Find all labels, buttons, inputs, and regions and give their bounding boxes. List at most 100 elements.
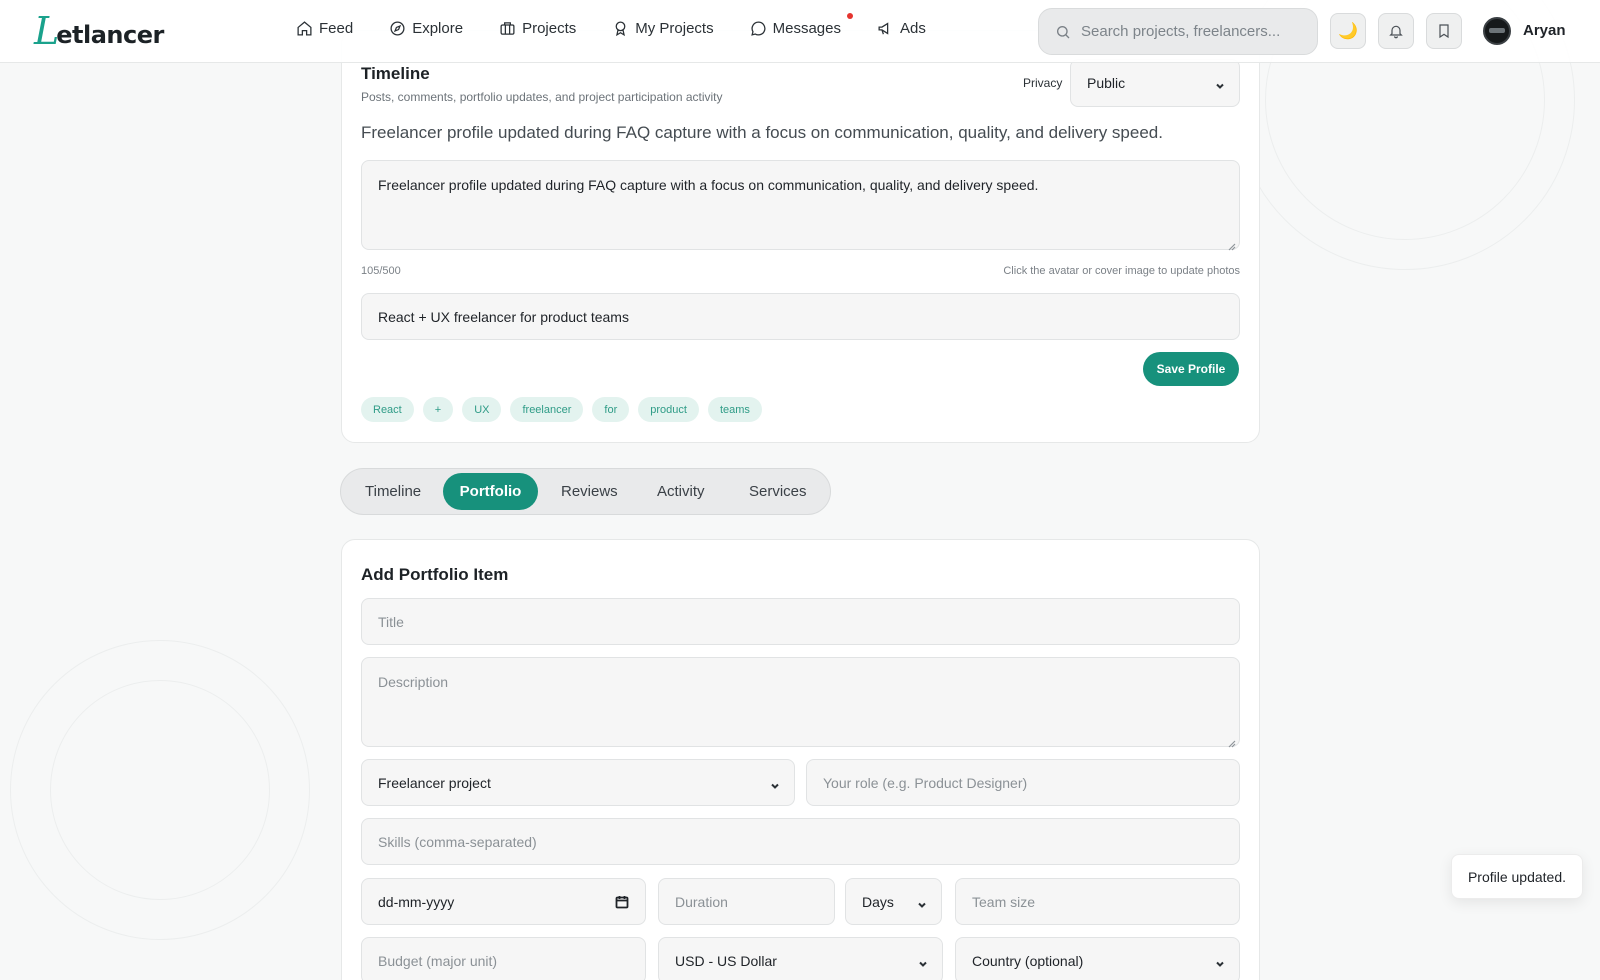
letlancer-logo[interactable]: L etlancer xyxy=(34,12,164,50)
currency-value: USD - US Dollar xyxy=(675,952,777,969)
chevron-down-icon xyxy=(1215,956,1225,967)
calendar-icon[interactable] xyxy=(615,895,629,909)
nav-explore[interactable]: Explore xyxy=(389,20,463,37)
background-decoration xyxy=(50,680,270,900)
nav-label: Explore xyxy=(412,20,464,37)
skill-tag: freelancer xyxy=(510,397,584,422)
chevron-down-icon xyxy=(1215,78,1225,89)
skill-tag: product xyxy=(638,397,699,422)
award-icon xyxy=(615,21,626,37)
nav-label: Feed xyxy=(319,20,354,37)
privacy-value: Public xyxy=(1087,75,1126,91)
theme-toggle-button[interactable]: 🌙 xyxy=(1330,13,1366,49)
search-bar xyxy=(1038,8,1318,55)
tab-portfolio[interactable]: Portfolio xyxy=(443,473,538,510)
top-navbar: L etlancer Feed Explore Projects My Proj… xyxy=(0,0,1600,63)
project-type-select[interactable]: Freelancer project xyxy=(361,759,795,806)
chevron-down-icon xyxy=(770,778,780,789)
nav-my-projects[interactable]: My Projects xyxy=(612,20,714,37)
home-icon xyxy=(297,21,312,36)
budget-input[interactable]: Budget (major unit) xyxy=(361,937,646,980)
nav-label: Projects xyxy=(522,20,577,37)
role-input[interactable]: Your role (e.g. Product Designer) xyxy=(806,759,1240,806)
portfolio-form-title: Add Portfolio Item xyxy=(361,565,509,584)
background-decoration xyxy=(10,640,310,940)
description-placeholder: Description xyxy=(378,674,449,690)
add-portfolio-card: Add Portfolio Item Title Description Fre… xyxy=(341,539,1260,980)
nav-label: Ads xyxy=(899,20,926,37)
date-input[interactable]: dd-mm-yyyy xyxy=(361,878,646,925)
toast-notification[interactable]: Profile updated. xyxy=(1451,854,1583,899)
nav-label: Messages xyxy=(772,20,841,37)
profile-edit-card: Timeline Posts, comments, portfolio upda… xyxy=(341,30,1260,443)
nav-projects[interactable]: Projects xyxy=(499,20,576,37)
photo-hint: Click the avatar or cover image to updat… xyxy=(1003,265,1240,277)
tab-timeline[interactable]: Timeline xyxy=(365,473,421,510)
save-profile-button[interactable]: Save Profile xyxy=(1143,352,1239,386)
portfolio-description-textarea[interactable]: Description xyxy=(361,657,1240,748)
skills-placeholder: Skills (comma-separated) xyxy=(378,833,537,850)
privacy-select[interactable]: Public xyxy=(1070,59,1240,107)
skill-tags: React + UX freelancer for product teams xyxy=(361,397,762,422)
message-icon xyxy=(750,21,766,36)
search-icon xyxy=(1057,25,1070,38)
resize-handle-icon[interactable] xyxy=(1228,735,1236,748)
profile-tabs: Timeline Portfolio Reviews Activity Serv… xyxy=(340,468,831,515)
search-input[interactable] xyxy=(1081,23,1301,40)
team-size-input[interactable]: Team size xyxy=(955,878,1240,925)
nav-messages[interactable]: Messages xyxy=(750,13,853,37)
notifications-button[interactable] xyxy=(1378,13,1414,49)
role-placeholder: Your role (e.g. Product Designer) xyxy=(823,774,1028,791)
logo-wordmark: etlancer xyxy=(56,21,164,49)
team-size-placeholder: Team size xyxy=(972,893,1036,910)
chevron-down-icon xyxy=(917,897,927,908)
bio-display: Freelancer profile updated during FAQ ca… xyxy=(361,123,1163,142)
headline-value: React + UX freelancer for product teams xyxy=(378,308,629,325)
section-title: Timeline xyxy=(361,64,430,83)
chevron-down-icon xyxy=(918,956,928,967)
moon-icon: 🌙 xyxy=(1338,23,1358,40)
title-placeholder: Title xyxy=(378,613,404,630)
bookmarks-button[interactable] xyxy=(1426,13,1462,49)
country-value: Country (optional) xyxy=(972,952,1084,969)
date-value: dd-mm-yyyy xyxy=(378,893,455,910)
bio-input-value: Freelancer profile updated during FAQ ca… xyxy=(378,177,1039,193)
toast-message: Profile updated. xyxy=(1467,868,1567,885)
tab-reviews[interactable]: Reviews xyxy=(561,473,618,510)
resize-handle-icon[interactable] xyxy=(1228,238,1236,251)
tab-services[interactable]: Services xyxy=(749,473,807,510)
skill-tag: teams xyxy=(707,397,762,422)
section-subtitle: Posts, comments, portfolio updates, and … xyxy=(361,90,723,104)
duration-unit-select[interactable]: Days xyxy=(845,878,942,925)
compass-icon xyxy=(390,21,405,36)
bio-textarea[interactable]: Freelancer profile updated during FAQ ca… xyxy=(361,160,1240,251)
duration-unit-value: Days xyxy=(862,893,894,910)
bookmark-icon xyxy=(1439,24,1449,39)
avatar[interactable] xyxy=(1483,17,1511,45)
currency-select[interactable]: USD - US Dollar xyxy=(658,937,943,980)
bell-icon xyxy=(1389,25,1403,39)
tab-activity[interactable]: Activity xyxy=(657,473,705,510)
duration-placeholder: Duration xyxy=(675,893,728,910)
megaphone-icon xyxy=(878,22,889,35)
skill-tag: for xyxy=(592,397,630,422)
budget-placeholder: Budget (major unit) xyxy=(378,952,498,969)
main-nav: Feed Explore Projects My Projects Messag… xyxy=(296,13,926,37)
duration-input[interactable]: Duration xyxy=(658,878,835,925)
privacy-label: Privacy xyxy=(1023,76,1063,90)
briefcase-icon xyxy=(500,22,515,35)
country-select[interactable]: Country (optional) xyxy=(955,937,1240,980)
skills-input[interactable]: Skills (comma-separated) xyxy=(361,818,1240,865)
char-counter: 105/500 xyxy=(361,265,401,277)
project-type-value: Freelancer project xyxy=(378,774,491,791)
skill-tag: React xyxy=(361,397,414,422)
headline-input[interactable]: React + UX freelancer for product teams xyxy=(361,293,1240,340)
nav-feed[interactable]: Feed xyxy=(296,20,353,37)
nav-label: My Projects xyxy=(635,20,714,37)
nav-ads[interactable]: Ads xyxy=(877,20,926,37)
skill-tag: UX xyxy=(462,397,502,422)
notification-dot xyxy=(846,13,853,19)
user-name[interactable]: Aryan xyxy=(1523,22,1566,39)
portfolio-title-input[interactable]: Title xyxy=(361,598,1240,645)
skill-tag: + xyxy=(422,397,454,422)
